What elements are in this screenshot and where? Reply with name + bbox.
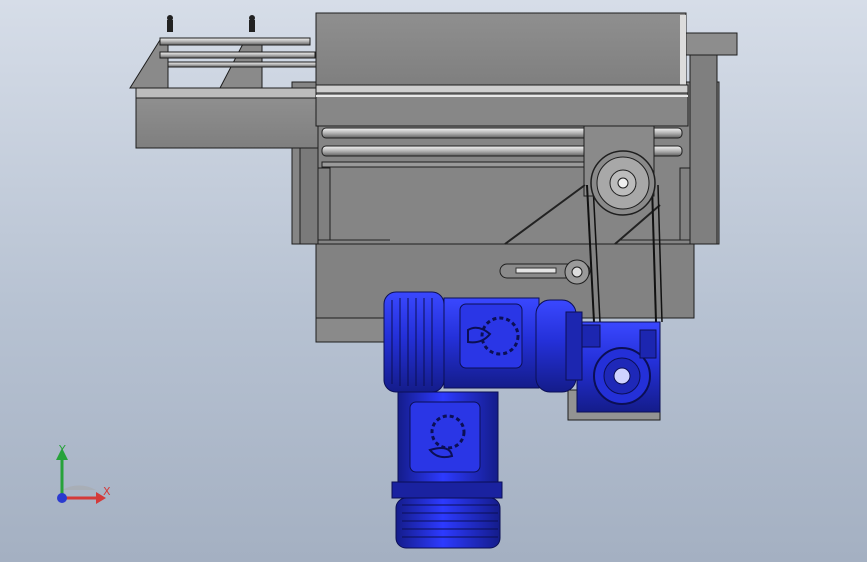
gear-motor-horizontal[interactable]	[383, 291, 583, 393]
gear-motor-vertical[interactable]	[391, 391, 503, 549]
worm-gearbox[interactable]	[576, 321, 661, 413]
conveyor-drive-assembly[interactable]	[0, 0, 867, 562]
feeder-guide[interactable]	[129, 15, 319, 149]
triad-axes-icon	[56, 448, 106, 504]
x-axis-label: X	[103, 485, 111, 498]
roller-housing[interactable]	[315, 12, 689, 127]
y-axis-label: Y	[59, 443, 66, 456]
drive-pulley[interactable]	[590, 150, 656, 216]
coordinate-triad[interactable]: Y X	[40, 438, 120, 510]
cad-viewport[interactable]: Y X	[0, 0, 867, 562]
